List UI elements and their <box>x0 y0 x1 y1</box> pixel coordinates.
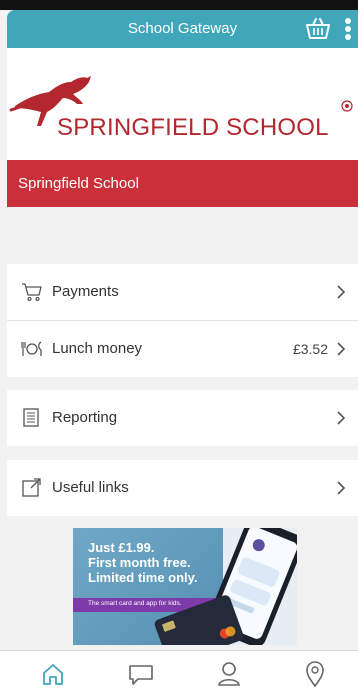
app-screen: School Gateway SPRINGFIELD SCHOOL Spring… <box>0 0 358 697</box>
chevron-right-icon <box>337 285 346 299</box>
menu-item-label: Useful links <box>52 479 129 496</box>
school-name: Springfield School <box>18 175 139 192</box>
location-icon[interactable] <box>300 659 330 689</box>
bottom-tab-bar <box>0 650 358 697</box>
menu-item-lunch-money[interactable]: Lunch money £3.52 <box>7 321 358 377</box>
menu-item-payments[interactable]: Payments <box>7 264 358 320</box>
report-icon <box>23 408 39 427</box>
basket-icon[interactable] <box>303 17 333 41</box>
cart-icon <box>22 283 42 302</box>
phone-and-card-illustration <box>154 528 297 645</box>
lunch-balance: £3.52 <box>292 341 328 357</box>
school-logo-text: SPRINGFIELD SCHOOL <box>57 114 329 141</box>
main-content: SPRINGFIELD SCHOOL Springfield School Pa… <box>7 48 358 648</box>
chevron-right-icon <box>337 411 346 425</box>
top-app-bar: School Gateway <box>7 10 358 48</box>
school-logo: SPRINGFIELD SCHOOL <box>7 48 358 160</box>
chevron-right-icon <box>337 342 346 356</box>
cutlery-icon <box>21 341 42 356</box>
menu-item-label: Reporting <box>52 409 118 426</box>
status-strip <box>0 0 358 10</box>
menu-item-useful-links[interactable]: Useful links <box>7 460 358 516</box>
school-name-band: Springfield School <box>7 160 358 207</box>
menu-item-label: Lunch money <box>52 340 143 357</box>
external-link-icon <box>22 478 41 497</box>
more-vertical-icon[interactable] <box>343 18 353 42</box>
panther-logo-icon <box>9 76 353 126</box>
menu-item-label: Payments <box>52 283 119 300</box>
chevron-right-icon <box>337 481 346 495</box>
home-icon[interactable] <box>38 659 68 689</box>
menu-item-reporting[interactable]: Reporting <box>7 390 358 446</box>
promo-banner[interactable]: Just £1.99. First month free. Limited ti… <box>73 528 297 645</box>
user-icon[interactable] <box>214 659 244 689</box>
chat-icon[interactable] <box>126 659 156 689</box>
